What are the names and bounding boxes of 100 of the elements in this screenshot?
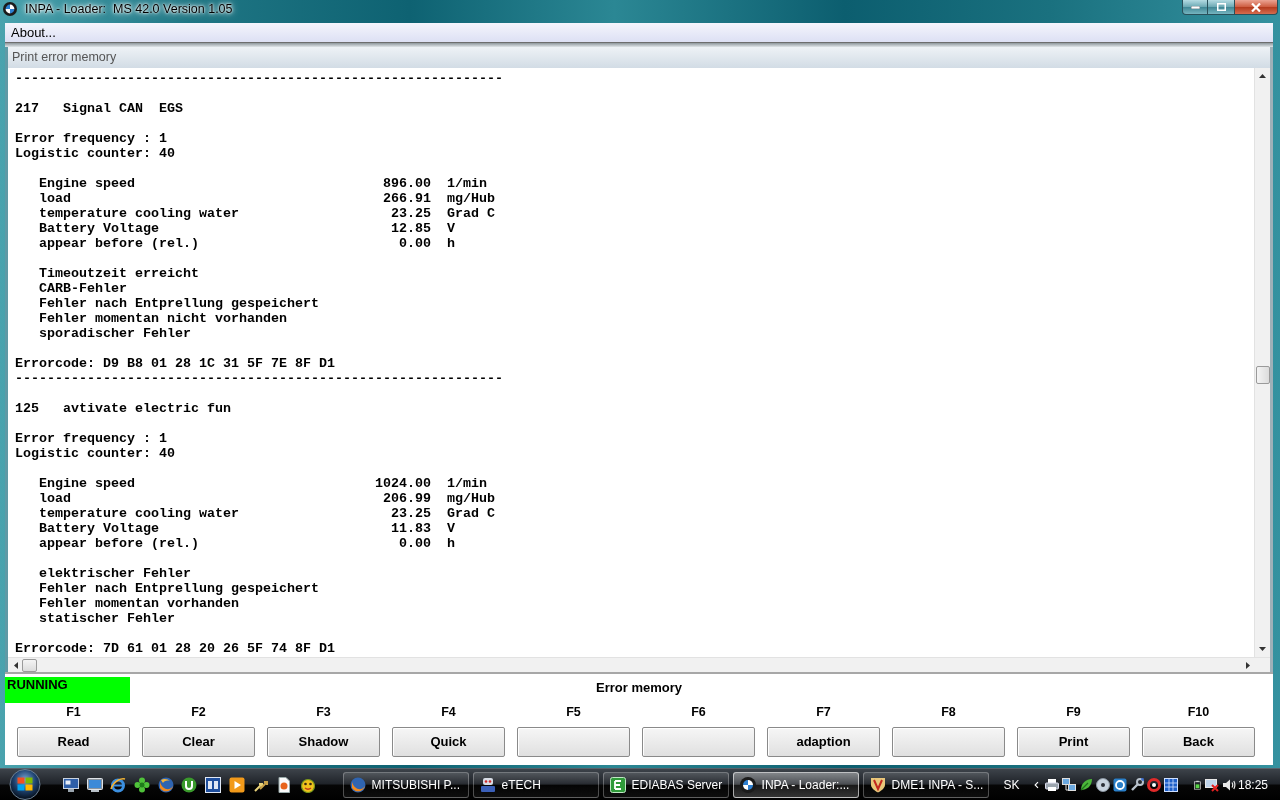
tile-icon [609,776,626,793]
condition-text: CARB-Fehler [39,281,127,296]
grid-icon[interactable] [1163,777,1178,792]
printer-icon[interactable] [1044,777,1059,792]
taskbar-button[interactable]: DME1 INPA - S... [862,771,989,798]
maximize-icon [1216,3,1226,11]
taskbar-button[interactable]: INPA - Loader:... [732,771,859,798]
start-orb-icon [8,769,42,800]
measurement-unit: V [447,521,455,536]
monitor-icon[interactable] [86,776,103,793]
function-button[interactable] [642,727,755,757]
function-button[interactable]: Read [17,727,130,757]
monitor-cross-icon[interactable] [1204,777,1219,792]
measurement-value: 206.99 [383,491,431,506]
smiley-icon[interactable] [299,776,316,793]
measurement-value: 0.00 [399,536,431,551]
measurement-label: temperature cooling water [39,506,239,521]
status-indicator: RUNNING [5,677,130,703]
condition-text: Fehler momentan vorhanden [39,596,239,611]
taskbar-button[interactable]: eTECH [472,771,599,798]
measurement-unit: 1/min [447,176,487,191]
taskbar-button[interactable]: EDIABAS Server [602,771,729,798]
function-key-label: F7 [816,705,831,719]
start-button[interactable] [8,769,42,800]
measurement-label: temperature cooling water [39,206,239,221]
measurement-unit: h [447,236,455,251]
flower-icon[interactable] [134,776,151,793]
counter-text: Error frequency : 1 [15,431,167,446]
errorcode-text: Errorcode: 7D 61 01 28 20 26 5F 74 8F D1 [15,641,335,656]
measurement-label: Battery Voltage [39,221,159,236]
condition-text: Fehler nach Entprellung gespeichert [39,296,319,311]
function-button[interactable]: Print [1017,727,1130,757]
function-button[interactable]: Clear [142,727,255,757]
separator-text: ------------------------------------------------------------- [15,371,503,386]
right-arrow-icon[interactable] [1246,661,1250,669]
function-button[interactable] [517,727,630,757]
function-button[interactable]: Back [1142,727,1255,757]
desktop-icon[interactable] [63,776,79,793]
measurement-unit: Grad C [447,206,495,221]
ring-icon[interactable] [110,776,127,793]
globe-icon[interactable] [157,776,174,793]
measurement-value: 266.91 [383,191,431,206]
function-button[interactable] [892,727,1005,757]
function-button[interactable]: adaption [767,727,880,757]
errorcode-text: Errorcode: D9 B8 01 28 1C 31 5F 7E 8F D1 [15,356,335,371]
ring-icon[interactable] [1146,777,1161,792]
ring-tile-icon[interactable] [1112,777,1127,792]
taskbar-button[interactable]: MITSUBISHI P... [342,771,469,798]
counter-text: Logistic counter: 40 [15,146,175,161]
screen-title: Error memory [596,680,682,697]
disc-icon[interactable] [1095,777,1110,792]
measurement-value: 12.85 [391,221,431,236]
condition-text: sporadischer Fehler [39,326,191,341]
maximize-button[interactable] [1208,0,1235,15]
tile-icon[interactable] [205,776,222,793]
function-key-label: F3 [316,705,331,719]
function-key-label: F1 [66,705,81,719]
clock[interactable]: 18:25 [1237,775,1268,794]
left-arrow-icon[interactable] [14,661,18,669]
scroll-thumb[interactable] [1255,366,1270,384]
function-button[interactable]: Shadow [267,727,380,757]
robot-icon [479,776,496,793]
vertical-scrollbar[interactable] [1254,68,1270,657]
error-number: 217 [15,101,39,116]
roundel-icon [3,2,17,16]
measurement-value: 1024.00 [375,476,431,491]
function-key-label: F4 [441,705,456,719]
network-icon[interactable] [1061,777,1076,792]
globe-icon [349,776,366,793]
roundel-icon [739,776,756,793]
play-icon[interactable] [228,776,245,793]
document-icon[interactable] [276,776,293,793]
counter-text: Error frequency : 1 [15,131,167,146]
measurement-unit: h [447,536,455,551]
measurement-value: 896.00 [383,176,431,191]
measurement-label: load [39,191,71,206]
condition-text: Timeoutzeit erreicht [39,266,199,281]
scroll-thumb[interactable] [22,658,37,672]
close-button[interactable] [1235,0,1278,15]
function-button[interactable]: Quick [392,727,505,757]
function-key-label: F2 [191,705,206,719]
down-arrow-icon[interactable] [1259,647,1266,651]
menu-item[interactable]: About... [7,24,60,41]
up-arrow-icon[interactable] [1259,74,1266,78]
minimize-button[interactable] [1182,0,1208,15]
measurement-unit: mg/Hub [447,491,495,506]
wrench-icon[interactable] [1129,777,1144,792]
error-title: avtivate electric fun [63,401,231,416]
circle-icon[interactable] [181,776,198,793]
measurement-label: appear before (rel.) [39,236,199,251]
panel-title: Print error memory [12,50,117,65]
separator-text: ------------------------------------------------------------- [15,71,503,86]
measurement-value: 11.83 [391,521,431,536]
speaker-icon[interactable] [1221,777,1236,792]
measurement-label: load [39,491,71,506]
measurement-label: Engine speed [39,476,135,491]
shield-icon [869,776,886,793]
condition-text: Fehler nach Entprellung gespeichert [39,581,319,596]
leaf-icon[interactable] [1078,777,1093,792]
language-indicator[interactable]: SK [1003,775,1020,794]
